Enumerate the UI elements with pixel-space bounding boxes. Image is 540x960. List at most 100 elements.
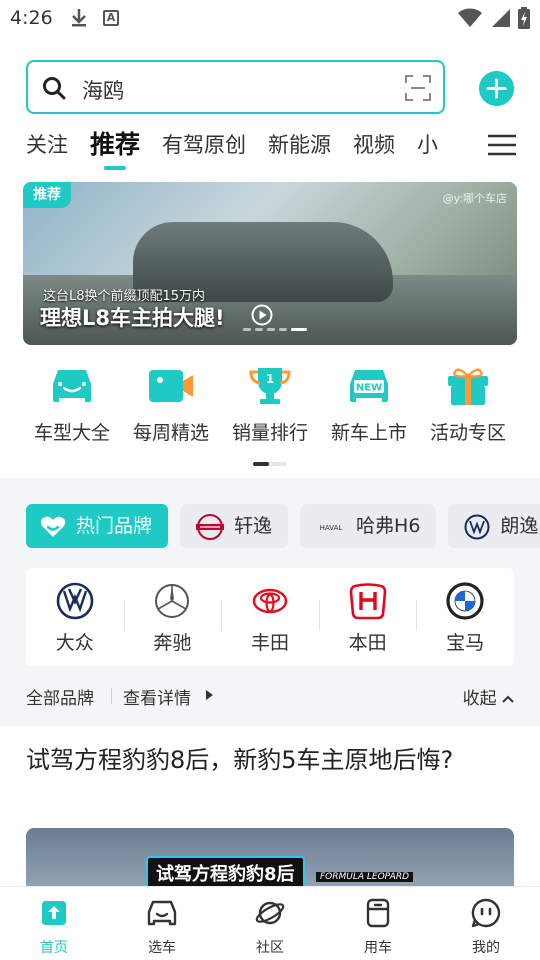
nav-label: 用车 — [364, 940, 392, 956]
signal-icon — [492, 9, 510, 27]
chevron-up-icon — [502, 695, 514, 703]
brand-name: 宝马 — [446, 632, 485, 654]
category-tabs: 关注 推荐 有驾原创 新能源 视频小 — [26, 124, 476, 170]
tab-recommend[interactable]: 推荐 — [90, 124, 140, 170]
tab-follow[interactable]: 关注 — [26, 124, 68, 166]
collapse-button[interactable]: 收起 — [463, 684, 514, 709]
toyota-logo-icon — [252, 588, 288, 614]
add-button[interactable] — [479, 71, 514, 106]
brand-tab-hot[interactable]: 热门品牌 — [26, 504, 169, 548]
scan-icon[interactable] — [405, 75, 431, 101]
brand-item-volkswagen[interactable]: 大众 — [26, 568, 124, 666]
hot-brands-grid: 大众 奔驰 丰田 本田 宝马 — [26, 568, 514, 666]
search-text: 海鸥 — [82, 79, 124, 103]
tab-video[interactable]: 视频 — [353, 124, 395, 166]
brand-tab-label: 轩逸 — [234, 515, 273, 537]
nav-label: 我的 — [472, 940, 500, 956]
menu-icon[interactable] — [488, 134, 516, 156]
volkswagen-logo-icon — [56, 582, 94, 620]
quick-label: 每周精选 — [132, 422, 209, 444]
brand-name: 大众 — [55, 632, 94, 654]
article-image-subcaption: FORMULA LEOPARD — [316, 872, 414, 882]
status-bar: 4:26 A — [0, 0, 540, 38]
caret-right-icon — [206, 690, 213, 700]
volkswagen-logo-icon — [464, 514, 490, 539]
profile-icon — [471, 898, 501, 928]
brand-name: 本田 — [348, 632, 387, 654]
search-input[interactable]: 海鸥 — [26, 60, 445, 114]
svg-text:HAVAL: HAVAL — [320, 524, 343, 532]
brand-tabs: 热门品牌 轩逸 HAVAL 哈弗H6 朗逸 — [26, 504, 540, 548]
home-icon — [42, 901, 66, 925]
brand-item-honda[interactable]: 本田 — [318, 568, 417, 666]
banner-title: 理想L8车主拍大腿! — [40, 306, 225, 330]
svg-text:NEW: NEW — [356, 383, 382, 394]
nav-select-car[interactable]: 选车 — [108, 887, 216, 960]
quick-label: 销量排行 — [231, 422, 308, 444]
quick-label: 新车上市 — [330, 422, 407, 444]
brand-item-mercedes[interactable]: 奔驰 — [123, 568, 222, 666]
heart-icon — [40, 516, 66, 537]
bottom-nav: 首页 选车 社区 用车 我的 — [0, 886, 540, 960]
brand-name: 丰田 — [250, 632, 289, 654]
quick-entries: 车型大全 每周精选 1 销量排行 NEW 新车上市 活动专区 — [24, 366, 516, 446]
mercedes-logo-icon — [155, 584, 190, 618]
notification-icon: A — [103, 10, 119, 26]
quick-label: 活动专区 — [429, 422, 506, 444]
quick-entry-new-cars[interactable]: NEW 新车上市 — [321, 366, 417, 446]
trophy-icon: 1 — [249, 368, 291, 404]
wifi-icon — [458, 8, 482, 27]
tab-more[interactable]: 小 — [417, 124, 438, 166]
nav-home[interactable]: 首页 — [0, 887, 108, 960]
brand-section: 热门品牌 轩逸 HAVAL 哈弗H6 朗逸 大众 奔驰 丰田 本田 宝马 全部品牌 查看… — [0, 478, 540, 726]
select-car-icon — [147, 900, 177, 926]
quick-entries-indicator — [253, 462, 287, 466]
play-icon[interactable] — [251, 304, 273, 326]
brand-tab-label: 哈弗H6 — [356, 515, 421, 537]
nav-label: 首页 — [40, 940, 68, 956]
battery-icon — [518, 7, 530, 29]
new-car-icon: NEW — [350, 370, 388, 402]
banner-badge: 推荐 — [23, 182, 71, 208]
haval-logo-icon: HAVAL — [320, 524, 343, 532]
status-time: 4:26 — [10, 7, 53, 29]
banner-pagination — [243, 328, 307, 331]
brand-item-toyota[interactable]: 丰田 — [221, 568, 319, 666]
gift-icon — [448, 368, 488, 405]
article-title[interactable]: 试驾方程豹豹8后，新豹5车主原地后悔? — [26, 742, 496, 779]
nav-use-car[interactable]: 用车 — [324, 887, 432, 960]
quick-entry-weekly[interactable]: 每周精选 — [123, 366, 219, 446]
divider — [111, 688, 112, 704]
planet-icon — [255, 901, 285, 925]
nav-label: 选车 — [148, 940, 176, 956]
bmw-logo-icon — [446, 582, 484, 620]
car-icon — [53, 370, 91, 402]
brand-tab-label: 热门品牌 — [76, 515, 153, 537]
brand-tab-haval-h6[interactable]: HAVAL 哈弗H6 — [300, 504, 437, 548]
phone-car-icon — [366, 898, 390, 928]
svg-text:1: 1 — [266, 372, 274, 386]
brand-tab-lavida[interactable]: 朗逸 — [448, 504, 540, 548]
brand-name: 奔驰 — [153, 632, 192, 654]
nav-profile[interactable]: 我的 — [432, 887, 540, 960]
video-camera-icon — [149, 370, 193, 402]
honda-logo-icon — [349, 583, 386, 620]
brand-item-bmw[interactable]: 宝马 — [416, 568, 514, 666]
nissan-logo-icon — [196, 513, 225, 540]
article-image-caption: 试驾方程豹豹8后 — [146, 856, 305, 890]
quick-entry-sales-rank[interactable]: 1 销量排行 — [222, 366, 318, 446]
quick-label: 车型大全 — [33, 422, 110, 444]
brand-tab-sylphy[interactable]: 轩逸 — [180, 504, 289, 548]
quick-entry-models[interactable]: 车型大全 — [24, 366, 120, 446]
quick-entry-activities[interactable]: 活动专区 — [420, 366, 516, 446]
nav-community[interactable]: 社区 — [216, 887, 324, 960]
tab-original[interactable]: 有驾原创 — [162, 124, 246, 166]
download-icon — [72, 9, 86, 27]
view-details-link[interactable]: 查看详情 — [123, 684, 191, 709]
banner[interactable]: 推荐 @y:哪个车店 这台L8换个前缀顶配15万内 理想L8车主拍大腿! — [23, 182, 517, 345]
status-right — [458, 7, 530, 29]
tab-new-energy[interactable]: 新能源 — [268, 124, 331, 166]
brand-footer: 全部品牌 查看详情 收起 — [26, 684, 514, 709]
all-brands-link[interactable]: 全部品牌 — [26, 684, 94, 709]
brand-tab-label: 朗逸 — [500, 515, 539, 537]
